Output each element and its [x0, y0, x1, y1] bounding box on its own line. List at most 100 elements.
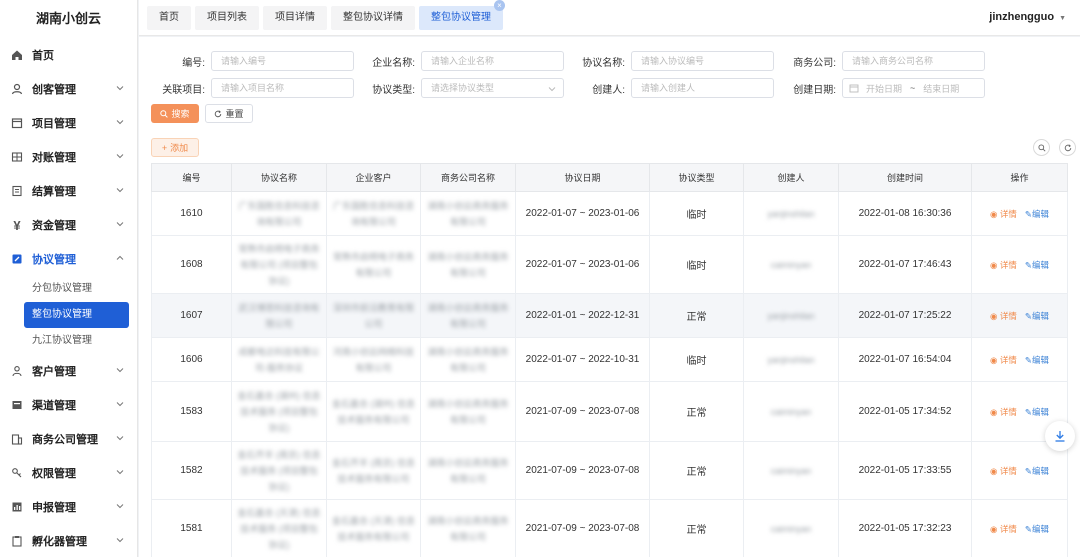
- detail-link[interactable]: ◉ 详情: [990, 355, 1017, 365]
- edit-link[interactable]: ✎编辑: [1025, 466, 1049, 476]
- sidebar-subitem-jiujiang[interactable]: 九江协议管理: [24, 328, 129, 354]
- search-button-label: 搜索: [171, 109, 190, 119]
- creator-input[interactable]: 请输入创建人: [631, 78, 774, 98]
- toggle-search-button[interactable]: [1033, 139, 1050, 156]
- edit-link[interactable]: ✎编辑: [1025, 355, 1049, 365]
- number-input[interactable]: 请输入编号: [211, 51, 354, 71]
- detail-label: 详情: [999, 465, 1017, 476]
- table-row[interactable]: 1607 武汉博思科技咨询有限公司 深圳市前沿教育有限公司 湖南小创云商务服务有…: [151, 293, 1068, 338]
- table-row[interactable]: 1610 广东国胜信息科技咨询有限公司 广东国胜信息科技咨询有限公司 湖南小创云…: [151, 191, 1068, 236]
- cell-creator-text: yanjinshilan: [767, 354, 815, 365]
- table-header-row: 编号 协议名称 企业客户 商务公司名称 协议日期 协议类型 创建人 创建时间 操…: [151, 163, 1068, 192]
- refresh-icon: [215, 109, 222, 117]
- refresh-icon: [1064, 143, 1071, 151]
- detail-link[interactable]: ◉ 详情: [990, 407, 1017, 417]
- chevron-down-icon: [115, 151, 125, 161]
- eye-icon: ◉: [990, 406, 1000, 417]
- search-button[interactable]: 搜索: [151, 104, 199, 123]
- chevron-down-icon: [115, 433, 125, 443]
- detail-link[interactable]: ◉ 详情: [990, 311, 1017, 321]
- sidebar-item-customer[interactable]: 客户管理: [0, 354, 137, 388]
- cell-name: 成都电达科技有限公司-服务协议: [231, 337, 327, 382]
- sidebar-subitem-package[interactable]: 整包协议管理: [24, 302, 129, 328]
- table-row[interactable]: 1582 金石齐羊 (南京) 信息技术服务 (项目整包协议) 金石齐羊 (南京)…: [151, 441, 1068, 500]
- edit-link[interactable]: ✎编辑: [1025, 260, 1049, 270]
- sidebar-item-agreement[interactable]: 协议管理: [0, 242, 137, 276]
- agreement-name-input[interactable]: 请输入协议编号: [631, 51, 774, 71]
- cell-biz-text: 湖南小创云商务服务有限公司: [427, 515, 509, 542]
- edit-icon: ✎: [1024, 406, 1032, 417]
- edit-link[interactable]: ✎编辑: [1025, 209, 1049, 219]
- tab-project-detail[interactable]: 项目详情: [263, 5, 327, 30]
- sidebar-item-declaration[interactable]: 申报管理: [0, 490, 137, 524]
- sidebar-item-incubator[interactable]: 孵化器管理: [0, 524, 137, 557]
- cell-client-text: 金石嘉合 (天津) 信息技术服务有限公司: [332, 515, 415, 542]
- cell-client-text: 广东国胜信息科技咨询有限公司: [332, 200, 414, 227]
- sidebar-subitem-subcontract[interactable]: 分包协议管理: [24, 276, 129, 302]
- add-button[interactable]: + 添加: [151, 138, 199, 157]
- report-icon: [10, 500, 24, 514]
- sidebar-item-label: 渠道管理: [32, 400, 76, 412]
- detail-label: 详情: [999, 259, 1017, 270]
- tab-project-list[interactable]: 项目列表: [195, 5, 259, 30]
- edit-icon: ✎: [1024, 259, 1032, 270]
- filter-label: 编号:: [182, 57, 205, 69]
- date-range-picker[interactable]: 开始日期 ~ 结束日期: [842, 78, 985, 98]
- table-row[interactable]: 1608 常熟市启明电子商务有限公司 (项目整包协议) 常熟市启明电子商务有限公…: [151, 235, 1068, 294]
- detail-link[interactable]: ◉ 详情: [990, 209, 1017, 219]
- cell-date: 2022-01-07 ~ 2023-01-06: [515, 235, 650, 294]
- cell-created: 2022-01-05 17:32:23: [838, 499, 972, 557]
- sidebar-item-home[interactable]: 首页: [0, 38, 137, 72]
- eye-icon: ◉: [990, 208, 1000, 219]
- chevron-down-icon: [115, 117, 125, 127]
- cell-name: 金石嘉合 (天津) 信息技术服务 (项目整包协议): [231, 499, 327, 557]
- user-menu[interactable]: jinzhengguo ▼: [989, 11, 1066, 23]
- cell-biz: 湖南小创云商务服务有限公司: [420, 381, 516, 442]
- tab-package-management[interactable]: 整包协议管理 ×: [419, 0, 505, 30]
- sidebar-item-business-company[interactable]: 商务公司管理: [0, 422, 137, 456]
- cell-created: 2022-01-07 17:25:22: [838, 293, 972, 338]
- detail-link[interactable]: ◉ 详情: [990, 524, 1017, 534]
- close-icon[interactable]: ×: [494, 0, 505, 11]
- eye-icon: ◉: [990, 259, 1000, 270]
- detail-link[interactable]: ◉ 详情: [990, 260, 1017, 270]
- chevron-down-icon: [115, 399, 125, 409]
- edit-link[interactable]: ✎编辑: [1025, 407, 1049, 417]
- filter-label: 协议名称:: [582, 57, 625, 69]
- edit-link[interactable]: ✎编辑: [1025, 311, 1049, 321]
- filter-label: 关联项目:: [162, 84, 205, 96]
- table-row[interactable]: 1606 成都电达科技有限公司-服务协议 河南小创云网络科技有限公司 湖南小创云…: [151, 337, 1068, 382]
- detail-link[interactable]: ◉ 详情: [990, 466, 1017, 476]
- agreement-type-select[interactable]: 请选择协议类型: [421, 78, 564, 98]
- sidebar-item-funds[interactable]: ¥ 资金管理: [0, 208, 137, 242]
- refresh-button[interactable]: [1059, 139, 1076, 156]
- sidebar-item-project[interactable]: 项目管理: [0, 106, 137, 140]
- sidebar-item-channel[interactable]: 渠道管理: [0, 388, 137, 422]
- sidebar-item-maker[interactable]: 创客管理: [0, 72, 137, 106]
- cell-creator-text: caiminyan: [770, 523, 812, 534]
- cell-name-text: 常熟市启明电子商务有限公司 (项目整包协议): [238, 243, 320, 286]
- sidebar-item-settlement[interactable]: 结算管理: [0, 174, 137, 208]
- table-row[interactable]: 1583 金石嘉合 (湖州) 信息技术服务 (项目整包协议) 金石嘉合 (湖州)…: [151, 381, 1068, 442]
- edit-icon: ✎: [1024, 523, 1032, 534]
- company-input[interactable]: 请输入企业名称: [421, 51, 564, 71]
- reset-button[interactable]: 重置: [205, 104, 253, 123]
- tab-package-detail[interactable]: 整包协议详情: [331, 5, 415, 30]
- tab-home[interactable]: 首页: [147, 5, 191, 30]
- project-input[interactable]: 请输入项目名称: [211, 78, 354, 98]
- chevron-down-icon: [115, 219, 125, 229]
- sidebar-item-permission[interactable]: 权限管理: [0, 456, 137, 490]
- cell-actions: ◉ 详情 ✎编辑: [971, 441, 1068, 500]
- sidebar-item-reconcile[interactable]: 对账管理: [0, 140, 137, 174]
- edit-link[interactable]: ✎编辑: [1025, 524, 1049, 534]
- folder-icon: [10, 116, 24, 130]
- sidebar: 湖南小创云 首页 创客管理 项目管理 对账管理 结算管理 ¥ 资金管理 协议管理…: [0, 0, 138, 557]
- filter-creator: 创建人: 请输入创建人: [569, 77, 774, 99]
- column-header: 商务公司名称: [420, 163, 516, 192]
- cell-type: 正常: [649, 499, 744, 557]
- table-row[interactable]: 1581 金石嘉合 (天津) 信息技术服务 (项目整包协议) 金石嘉合 (天津)…: [151, 499, 1068, 557]
- cell-name: 武汉博思科技咨询有限公司: [231, 293, 327, 338]
- cell-creator: yanjinshilan: [743, 293, 839, 338]
- business-company-input[interactable]: 请输入商务公司名称: [842, 51, 985, 71]
- download-button[interactable]: [1045, 421, 1075, 451]
